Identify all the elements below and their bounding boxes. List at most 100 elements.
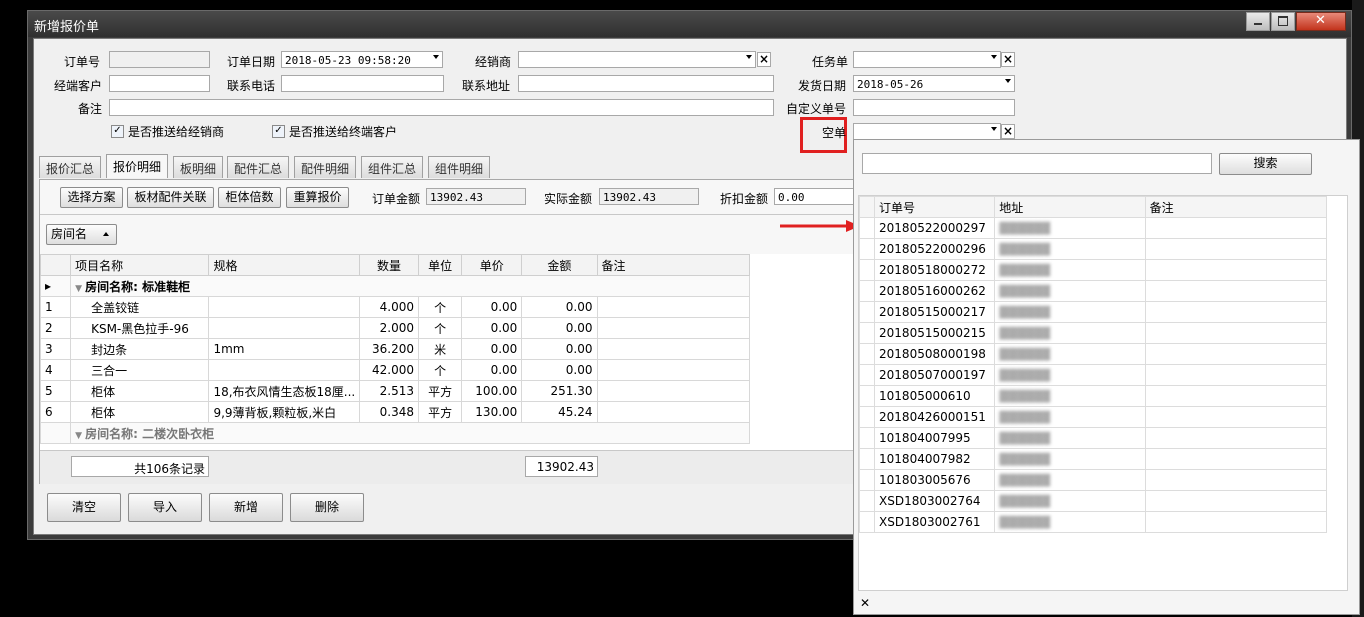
remark-cell[interactable] [1144, 238, 1328, 260]
list-item[interactable]: 20180426000151 ▓▓▓▓▓▓ [858, 406, 1328, 428]
table-row[interactable]: 5 柜体 18,布衣风情生态板18厘... 2.513 平方 100.00 251.30 [40, 380, 750, 402]
table-row[interactable]: 4 三合一 42.000 个 0.00 0.00 [40, 359, 750, 381]
address-cell-blurred[interactable]: ▓▓▓▓▓▓ [994, 322, 1146, 344]
address-cell-blurred[interactable]: ▓▓▓▓▓▓ [994, 511, 1146, 533]
phone-field[interactable] [281, 75, 444, 92]
address-cell-blurred[interactable]: ▓▓▓▓▓▓ [994, 406, 1146, 428]
col-amount[interactable]: 金额 [521, 254, 598, 276]
list-item[interactable]: 101804007995 ▓▓▓▓▓▓ [858, 427, 1328, 449]
order-no-cell[interactable]: 20180516000262 [874, 280, 996, 302]
dealer-clear-button[interactable]: × [757, 52, 771, 67]
item-name-cell[interactable]: 三合一 [70, 359, 210, 381]
remark-cell[interactable] [1144, 343, 1328, 365]
close-button[interactable]: ✕ [1296, 12, 1346, 31]
item-name-cell[interactable]: 柜体 [70, 401, 210, 423]
table-row[interactable]: 6 柜体 9,9薄背板,颗粒板,米白 0.348 平方 130.00 45.24 [40, 401, 750, 423]
push-customer-checkbox[interactable]: ✓ [272, 125, 285, 138]
price-cell[interactable]: 0.00 [461, 296, 523, 318]
amount-cell[interactable]: 0.00 [521, 338, 598, 360]
unit-cell[interactable]: 米 [418, 338, 463, 360]
row-number[interactable]: 4 [40, 359, 72, 381]
tab-component-summary[interactable]: 组件汇总 [361, 156, 424, 178]
remark-cell[interactable] [1144, 406, 1328, 428]
col-remark[interactable]: 备注 [596, 254, 750, 276]
remark-cell[interactable] [596, 401, 750, 423]
popup-search-input[interactable] [862, 153, 1212, 174]
address-cell-blurred[interactable]: ▓▓▓▓▓▓ [994, 490, 1146, 512]
tab-quote-summary[interactable]: 报价汇总 [39, 156, 102, 178]
order-no-cell[interactable]: 20180426000151 [874, 406, 996, 428]
remark-cell[interactable] [1144, 427, 1328, 449]
price-cell[interactable]: 0.00 [461, 317, 523, 339]
col-address[interactable]: 地址 [994, 196, 1146, 218]
qty-cell[interactable]: 2.513 [358, 380, 420, 402]
address-field[interactable] [518, 75, 774, 92]
address-cell-blurred[interactable]: ▓▓▓▓▓▓ [994, 238, 1146, 260]
list-item[interactable]: 20180515000215 ▓▓▓▓▓▓ [858, 322, 1328, 344]
order-amount-field[interactable]: 13902.43 [426, 188, 526, 205]
list-item[interactable]: XSD1803002761 ▓▓▓▓▓▓ [858, 511, 1328, 533]
order-no-cell[interactable]: 20180508000198 [874, 343, 996, 365]
col-order-no[interactable]: 订单号 [874, 196, 996, 218]
address-cell-blurred[interactable]: ▓▓▓▓▓▓ [994, 217, 1146, 239]
amount-cell[interactable]: 0.00 [521, 317, 598, 339]
price-cell[interactable]: 0.00 [461, 359, 523, 381]
tab-quote-detail[interactable]: 报价明细 [106, 154, 169, 178]
remark-cell[interactable] [596, 359, 750, 381]
remark-cell[interactable] [1144, 259, 1328, 281]
remark-cell[interactable] [1144, 301, 1328, 323]
amount-cell[interactable]: 251.30 [521, 380, 598, 402]
popup-close-icon[interactable]: ✕ [860, 596, 870, 610]
remark-cell[interactable] [1144, 448, 1328, 470]
order-no-cell[interactable]: XSD1803002764 [874, 490, 996, 512]
task-clear-button[interactable]: × [1001, 52, 1015, 67]
empty-order-clear-button[interactable]: × [1001, 124, 1015, 139]
add-button[interactable]: 新增 [209, 493, 283, 522]
list-item[interactable]: 20180518000272 ▓▓▓▓▓▓ [858, 259, 1328, 281]
group-row[interactable]: ▸ ▼ 房间名称: 标准鞋柜 [40, 275, 750, 297]
order-no-cell[interactable]: 20180518000272 [874, 259, 996, 281]
dealer-combo[interactable] [518, 51, 756, 68]
address-cell-blurred[interactable]: ▓▓▓▓▓▓ [994, 280, 1146, 302]
table-row[interactable]: 1 全盖铰链 4.000 个 0.00 0.00 [40, 296, 750, 318]
tab-parts-detail[interactable]: 配件明细 [294, 156, 357, 178]
order-no-cell[interactable]: 101804007982 [874, 448, 996, 470]
spec-cell[interactable] [208, 296, 360, 318]
spec-cell[interactable]: 9,9薄背板,颗粒板,米白 [208, 401, 360, 423]
col-price[interactable]: 单价 [461, 254, 523, 276]
address-cell-blurred[interactable]: ▓▓▓▓▓▓ [994, 427, 1146, 449]
remark-cell[interactable] [1144, 490, 1328, 512]
tab-board-detail[interactable]: 板明细 [173, 156, 224, 178]
unit-cell[interactable]: 个 [418, 296, 463, 318]
import-button[interactable]: 导入 [128, 493, 202, 522]
task-combo[interactable] [853, 51, 1001, 68]
remark-cell[interactable] [1144, 364, 1328, 386]
table-row[interactable]: 3 封边条 1mm 36.200 米 0.00 0.00 [40, 338, 750, 360]
order-no-cell[interactable]: 20180522000297 [874, 217, 996, 239]
spec-cell[interactable]: 18,布衣风情生态板18厘... [208, 380, 360, 402]
unit-cell[interactable]: 个 [418, 317, 463, 339]
unit-cell[interactable]: 平方 [418, 380, 463, 402]
list-item[interactable]: 20180522000297 ▓▓▓▓▓▓ [858, 217, 1328, 239]
remark-cell[interactable] [1144, 385, 1328, 407]
spec-cell[interactable] [208, 317, 360, 339]
board-link-button[interactable]: 板材配件关联 [127, 187, 214, 208]
popup-search-button[interactable]: 搜索 [1219, 153, 1312, 175]
order-no-cell[interactable]: 20180522000296 [874, 238, 996, 260]
list-item[interactable]: XSD1803002764 ▓▓▓▓▓▓ [858, 490, 1328, 512]
list-item[interactable]: 101805000610 ▓▓▓▓▓▓ [858, 385, 1328, 407]
list-item[interactable]: 101804007982 ▓▓▓▓▓▓ [858, 448, 1328, 470]
select-plan-button[interactable]: 选择方案 [60, 187, 123, 208]
list-item[interactable]: 20180508000198 ▓▓▓▓▓▓ [858, 343, 1328, 365]
actual-amount-field[interactable]: 13902.43 [599, 188, 699, 205]
qty-cell[interactable]: 42.000 [358, 359, 420, 381]
list-item[interactable]: 20180515000217 ▓▓▓▓▓▓ [858, 301, 1328, 323]
order-no-cell[interactable]: 101805000610 [874, 385, 996, 407]
address-cell-blurred[interactable]: ▓▓▓▓▓▓ [994, 385, 1146, 407]
row-number[interactable]: 1 [40, 296, 72, 318]
qty-cell[interactable]: 2.000 [358, 317, 420, 339]
unit-cell[interactable]: 个 [418, 359, 463, 381]
group-row[interactable]: ▼ 房间名称: 二楼次卧衣柜 [40, 422, 750, 444]
remark-cell[interactable] [1144, 280, 1328, 302]
group-by-chip[interactable]: 房间名 [46, 224, 117, 245]
